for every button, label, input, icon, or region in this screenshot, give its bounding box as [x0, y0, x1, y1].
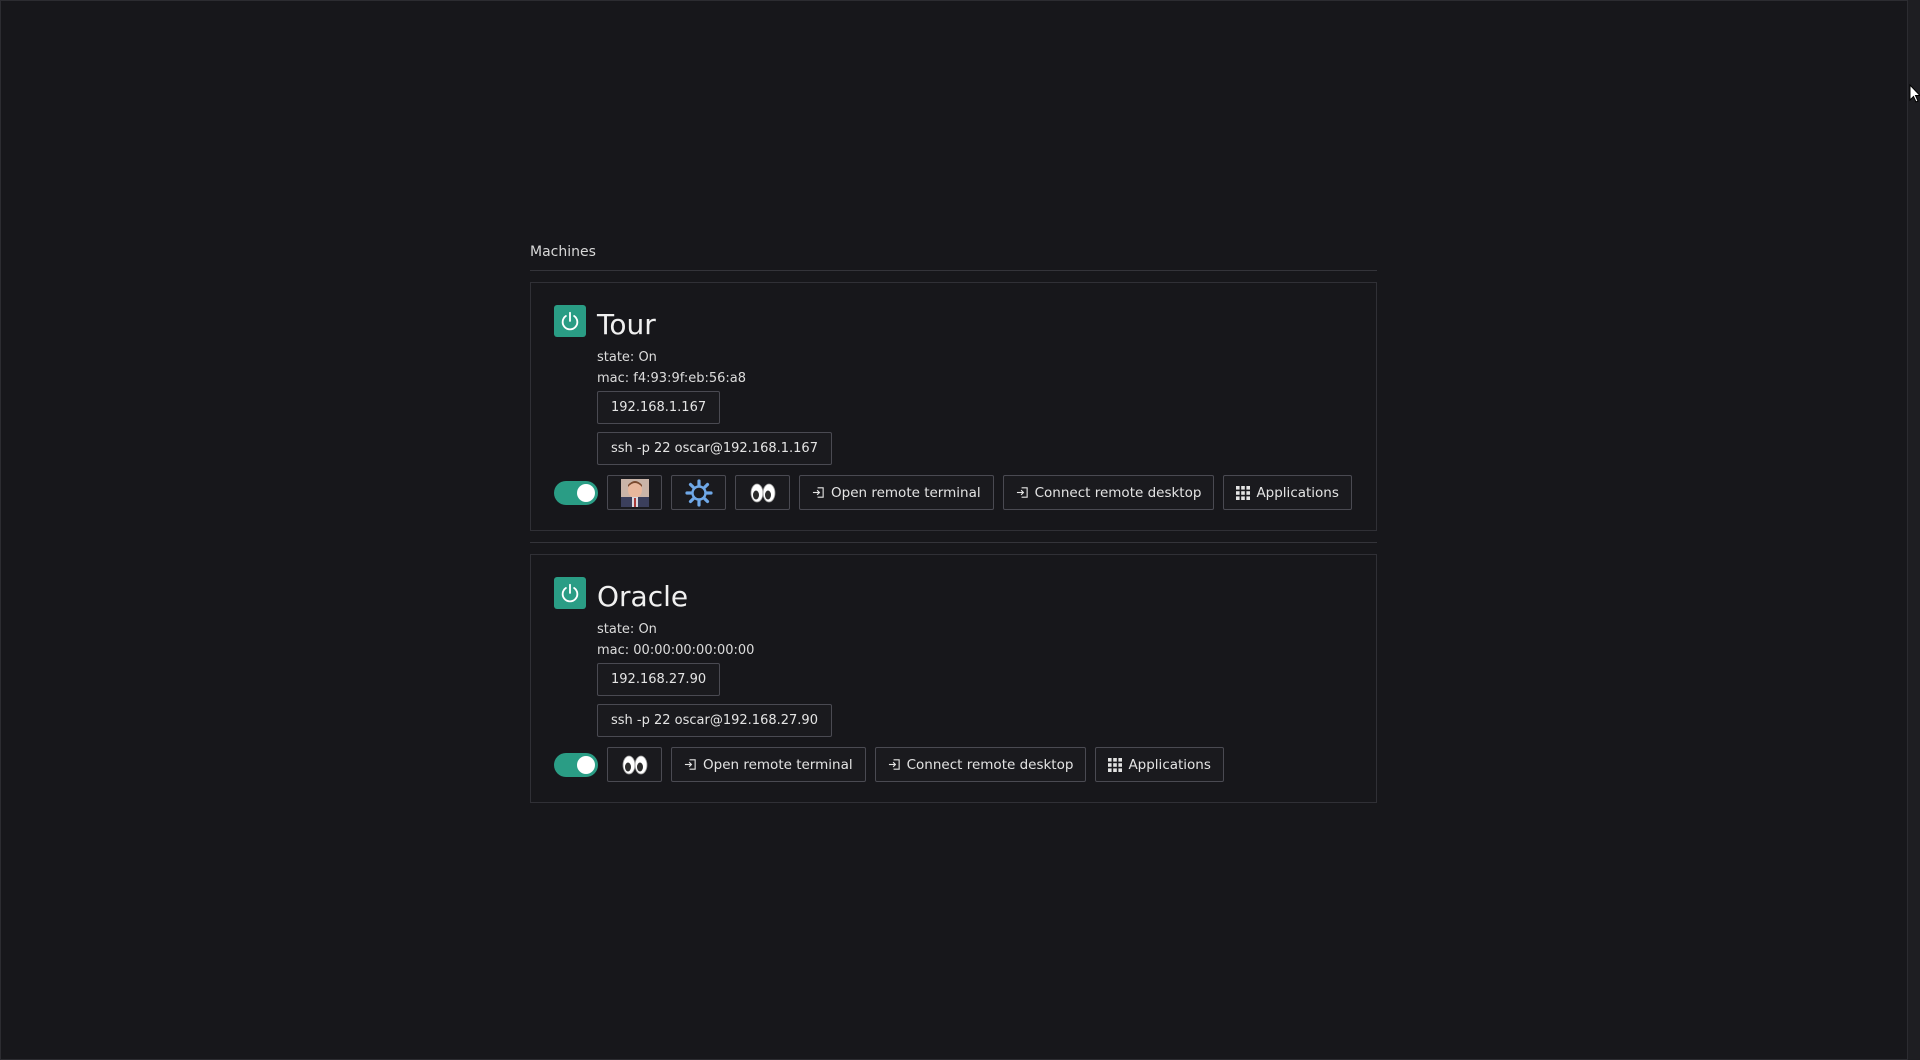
connect-remote-desktop-button[interactable]: Connect remote desktop — [874, 747, 1087, 782]
open-remote-terminal-label: Open remote terminal — [703, 756, 853, 773]
machine-card-tour: Tour state: On mac: f4:93:9f:eb:56:a8 19… — [530, 282, 1377, 531]
connect-remote-desktop-label: Connect remote desktop — [1034, 484, 1202, 501]
machine-state: state: On — [597, 622, 657, 637]
power-button[interactable] — [554, 577, 586, 609]
machine-name: Tour — [597, 307, 656, 341]
machines-panel: Machines Tour state: On mac: f4:93:9f:eb… — [530, 240, 1377, 814]
watch-button[interactable] — [735, 475, 790, 510]
machine-name: Oracle — [597, 579, 689, 613]
ssh-command-chip[interactable]: ssh -p 22 oscar@192.168.27.90 — [597, 704, 832, 737]
open-remote-terminal-label: Open remote terminal — [831, 484, 981, 501]
watch-button[interactable] — [607, 747, 662, 782]
open-remote-terminal-button[interactable]: Open remote terminal — [799, 475, 994, 510]
login-icon — [812, 486, 825, 499]
connect-remote-desktop-label: Connect remote desktop — [906, 756, 1074, 773]
login-icon — [684, 758, 697, 771]
applications-button[interactable]: Applications — [1095, 747, 1224, 782]
machine-toggle[interactable] — [554, 480, 598, 505]
ssh-command-chip[interactable]: ssh -p 22 oscar@192.168.1.167 — [597, 432, 832, 465]
power-button[interactable] — [554, 305, 586, 337]
machine-mac: mac: f4:93:9f:eb:56:a8 — [597, 371, 746, 386]
gear-icon — [684, 478, 713, 507]
toggle-knob — [577, 755, 595, 774]
section-title: Machines — [530, 240, 1377, 271]
eyes-icon — [750, 483, 775, 502]
divider — [530, 542, 1377, 543]
power-icon — [561, 311, 579, 331]
power-icon — [561, 583, 579, 603]
machine-mac: mac: 00:00:00:00:00:00 — [597, 643, 755, 658]
machine-toggle[interactable] — [554, 752, 598, 777]
applications-button[interactable]: Applications — [1223, 475, 1352, 510]
ip-address-chip[interactable]: 192.168.1.167 — [597, 391, 721, 424]
login-icon — [888, 758, 901, 771]
grid-icon — [1108, 757, 1123, 772]
connect-remote-desktop-button[interactable]: Connect remote desktop — [1002, 475, 1215, 510]
applications-label: Applications — [1128, 756, 1211, 773]
settings-button[interactable] — [671, 475, 726, 510]
vertical-scrollbar[interactable] — [1907, 0, 1920, 1060]
machine-card-oracle: Oracle state: On mac: 00:00:00:00:00:00 … — [530, 554, 1377, 803]
applications-label: Applications — [1256, 484, 1339, 501]
open-remote-terminal-button[interactable]: Open remote terminal — [671, 747, 866, 782]
machine-state: state: On — [597, 350, 657, 365]
eyes-icon — [622, 755, 647, 774]
avatar-button[interactable] — [607, 475, 662, 510]
avatar-icon — [620, 478, 649, 507]
login-icon — [1016, 486, 1029, 499]
toggle-knob — [577, 483, 595, 502]
mouse-cursor-icon — [1909, 84, 1920, 103]
grid-icon — [1236, 485, 1251, 500]
ip-address-chip[interactable]: 192.168.27.90 — [597, 663, 721, 696]
